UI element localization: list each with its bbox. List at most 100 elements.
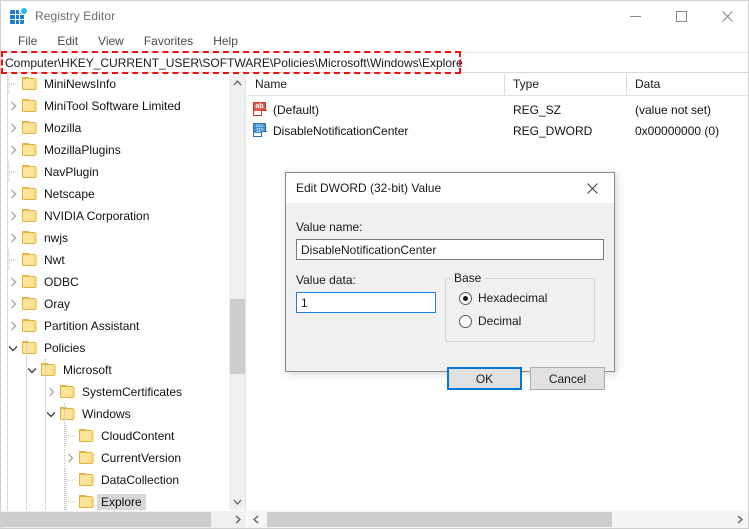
radio-dot-icon [459, 291, 472, 305]
tree-item-label: MozillaPlugins [44, 142, 121, 157]
tree-item-label: CurrentVersion [101, 450, 182, 465]
folder-icon [21, 99, 38, 113]
tree-guide-line [64, 403, 65, 510]
tree-item-partition-assistant[interactable]: Partition Assistant [1, 315, 229, 337]
tree-item-minitool-software-limited[interactable]: MiniTool Software Limited [1, 95, 229, 117]
column-header-data[interactable]: Data [627, 74, 748, 95]
list-horizontal-scrollbar[interactable] [247, 511, 748, 528]
tree-item-cloudcontent[interactable]: CloudContent [1, 425, 229, 447]
tree-item-label: NVIDIA Corporation [44, 208, 150, 223]
tree-guide-line [7, 74, 8, 510]
dword-value-icon: 011 110 [253, 123, 268, 138]
folder-icon [40, 363, 57, 377]
radio-decimal[interactable]: Decimal [459, 314, 521, 328]
radio-dot-icon [459, 314, 472, 328]
scroll-down-icon[interactable] [229, 493, 246, 510]
folder-icon [78, 495, 95, 509]
registry-tree[interactable]: MiniNewsInfo MiniTool Software Limited Moz… [1, 74, 229, 510]
scroll-right-icon[interactable] [229, 511, 246, 528]
folder-icon [78, 429, 95, 443]
value-name-label: Value name: [296, 220, 363, 234]
scroll-up-icon[interactable] [229, 74, 246, 91]
menu-item-view[interactable]: View [89, 33, 133, 50]
address-bar[interactable]: Computer\HKEY_CURRENT_USER\SOFTWARE\Poli… [1, 52, 748, 73]
folder-icon [21, 187, 38, 201]
table-row[interactable]: 011 110 DisableNotificationCenter REG_DWO… [247, 120, 748, 141]
tree-item-nwjs[interactable]: nwjs [1, 227, 229, 249]
tree-scroll-thumb[interactable] [230, 299, 245, 374]
tree-item-currentversion[interactable]: CurrentVersion [1, 447, 229, 469]
tree-item-oray[interactable]: Oray [1, 293, 229, 315]
string-value-icon: ab [253, 102, 268, 117]
value-type: REG_SZ [513, 102, 562, 117]
tree-item-microsoft[interactable]: Microsoft [1, 359, 229, 381]
folder-icon [21, 143, 38, 157]
table-row[interactable]: ab (Default) REG_SZ (value not set) [247, 99, 748, 120]
registry-tree-pane: MiniNewsInfo MiniTool Software Limited Moz… [1, 74, 246, 528]
tree-guide-line [45, 359, 46, 510]
value-name: (Default) [273, 102, 320, 117]
minimize-button[interactable] [612, 1, 658, 31]
menu-item-edit[interactable]: Edit [48, 33, 87, 50]
tree-item-windows[interactable]: Windows [1, 403, 229, 425]
scroll-right-icon[interactable] [731, 511, 748, 528]
column-header-name[interactable]: Name [247, 74, 505, 95]
value-name: DisableNotificationCenter [273, 123, 409, 138]
ok-button[interactable]: OK [447, 367, 522, 390]
value-type: REG_DWORD [513, 123, 593, 138]
dialog-title: Edit DWORD (32-bit) Value [296, 181, 442, 195]
tree-item-nwt[interactable]: Nwt [1, 249, 229, 271]
dialog-close-button[interactable] [570, 173, 614, 203]
tree-vertical-scrollbar[interactable] [228, 74, 245, 510]
menu-item-help[interactable]: Help [204, 33, 247, 50]
value-data: (value not set) [635, 102, 712, 117]
tree-item-policies[interactable]: Policies [1, 337, 229, 359]
tree-item-netscape[interactable]: Netscape [1, 183, 229, 205]
value-name-input[interactable]: DisableNotificationCenter [296, 239, 604, 260]
list-hscroll-thumb[interactable] [267, 512, 612, 527]
menu-item-file[interactable]: File [9, 33, 46, 50]
tree-item-navplugin[interactable]: NavPlugin [1, 161, 229, 183]
tree-item-label: SystemCertificates [82, 384, 183, 399]
tree-guide-line [26, 337, 27, 510]
value-data: 0x00000000 (0) [635, 123, 720, 138]
base-group-label: Base [451, 271, 485, 285]
menu-item-favorites[interactable]: Favorites [135, 33, 202, 50]
folder-icon [21, 121, 38, 135]
folder-icon [21, 209, 38, 223]
registry-editor-icon [10, 8, 27, 24]
scroll-left-icon[interactable] [247, 511, 264, 528]
tree-item-label: DataCollection [101, 472, 180, 487]
radio-label: Decimal [478, 314, 522, 328]
tree-item-label: Nwt [44, 252, 65, 267]
close-button[interactable] [704, 1, 748, 31]
tree-hscroll-thumb[interactable] [1, 512, 211, 527]
value-data-label: Value data: [296, 273, 356, 287]
folder-icon [21, 253, 38, 267]
tree-item-mozilla[interactable]: Mozilla [1, 117, 229, 139]
folder-icon [78, 473, 95, 487]
folder-icon [78, 451, 95, 465]
folder-icon [59, 407, 76, 421]
tree-item-explore[interactable]: Explore [1, 491, 229, 510]
cancel-button[interactable]: Cancel [530, 367, 605, 390]
value-data-input[interactable]: 1 [296, 292, 436, 313]
tree-item-odbc[interactable]: ODBC [1, 271, 229, 293]
address-bar-path: Computer\HKEY_CURRENT_USER\SOFTWARE\Poli… [5, 55, 463, 70]
radio-label: Hexadecimal [478, 291, 548, 305]
radio-hexadecimal[interactable]: Hexadecimal [459, 291, 547, 305]
column-header-type[interactable]: Type [505, 74, 627, 95]
tree-item-datacollection[interactable]: DataCollection [1, 469, 229, 491]
tree-item-mininewsinfo[interactable]: MiniNewsInfo [1, 74, 229, 95]
tree-item-systemcertificates[interactable]: SystemCertificates [1, 381, 229, 403]
tree-item-label: Policies [44, 340, 86, 355]
tree-item-label: Oray [44, 296, 71, 311]
base-group [445, 278, 595, 342]
tree-horizontal-scrollbar[interactable] [1, 511, 246, 528]
tree-item-label: Partition Assistant [44, 318, 140, 333]
tree-item-mozillaplugins[interactable]: MozillaPlugins [1, 139, 229, 161]
menu-bar: File Edit View Favorites Help [1, 31, 748, 51]
maximize-button[interactable] [658, 1, 704, 31]
title-bar: Registry Editor [1, 1, 748, 31]
tree-item-nvidia-corporation[interactable]: NVIDIA Corporation [1, 205, 229, 227]
